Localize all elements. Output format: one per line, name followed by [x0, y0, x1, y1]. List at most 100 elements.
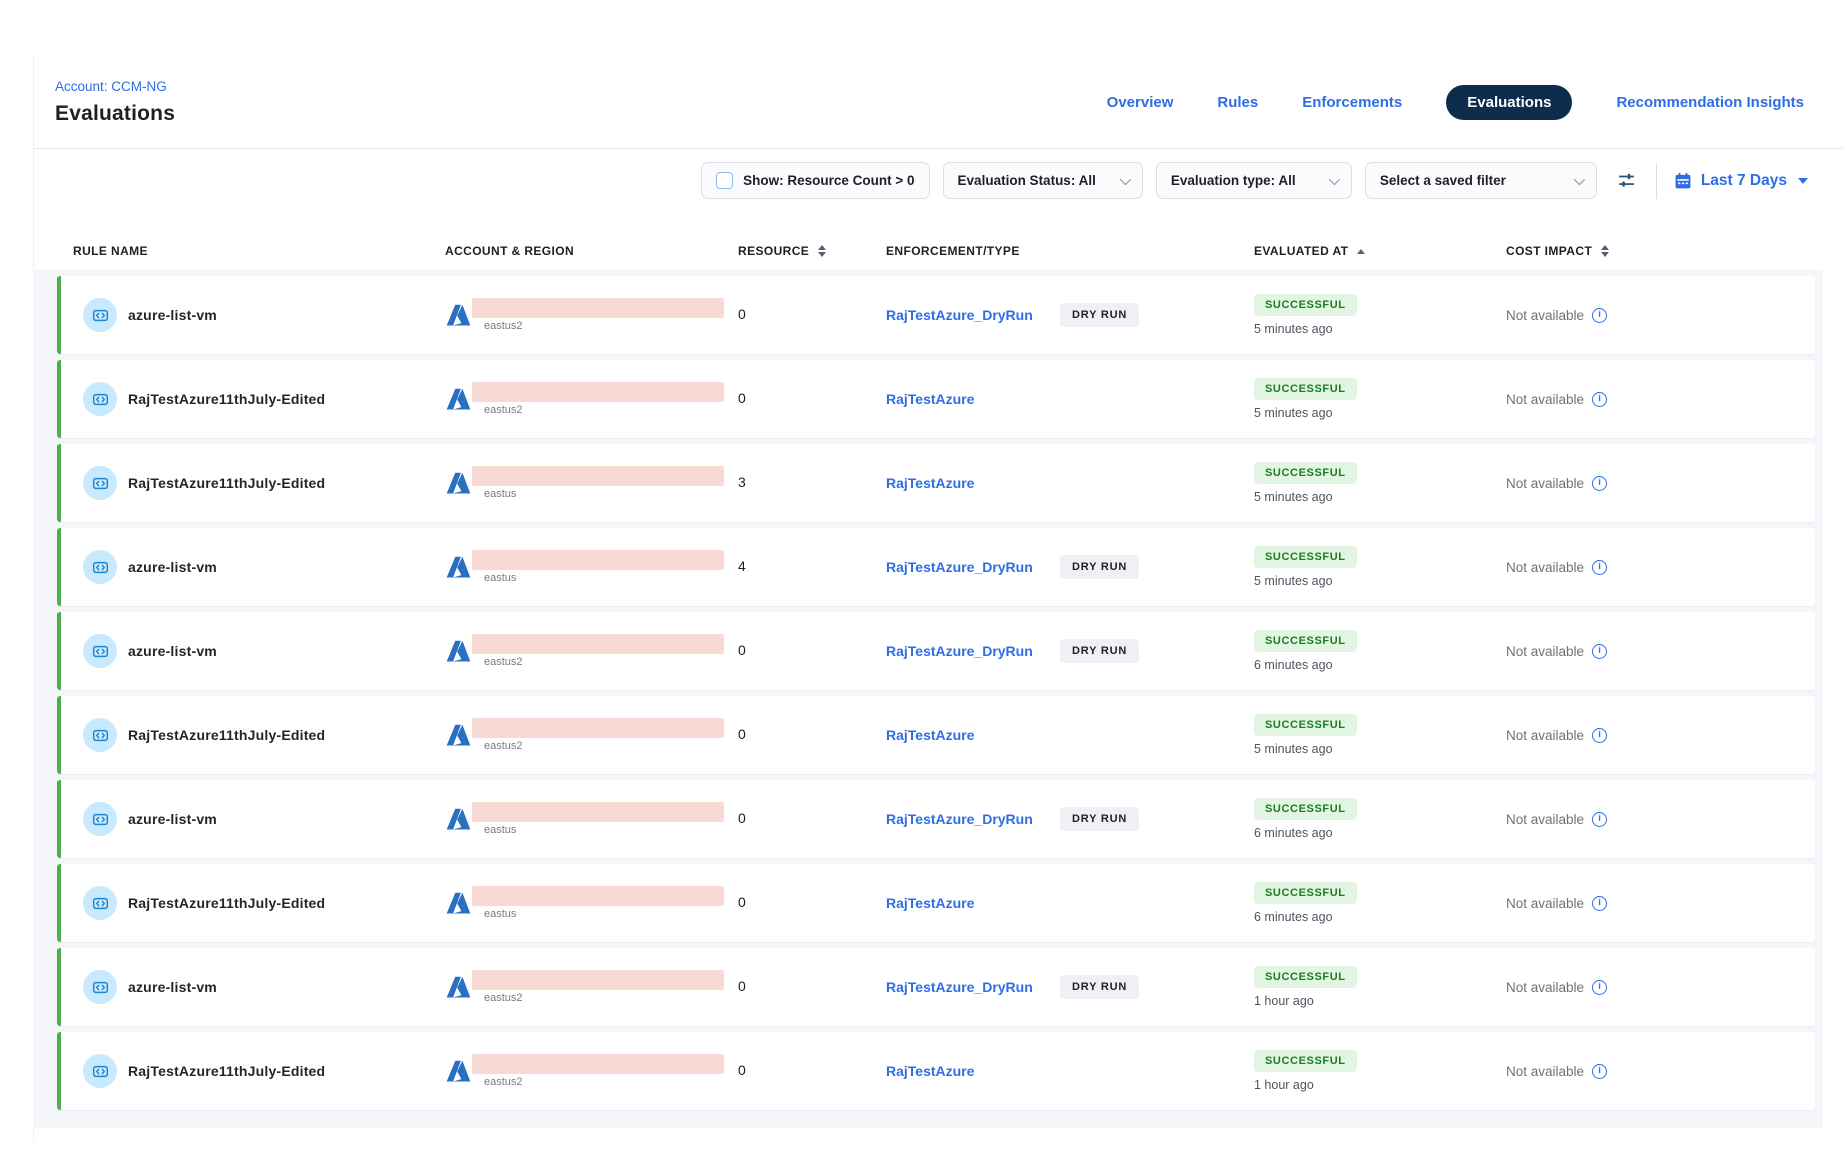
nav-tab-enforcements[interactable]: Enforcements — [1302, 94, 1402, 111]
account-redacted-bar — [472, 1054, 724, 1074]
enforcement-link[interactable]: RajTestAzure_DryRun — [886, 307, 1060, 323]
filter-bar-divider — [1656, 163, 1657, 199]
column-header-resource[interactable]: RESOURCE — [738, 244, 886, 258]
status-badge: SUCCESSFUL — [1254, 546, 1357, 568]
account-region-cell: eastus — [445, 886, 738, 920]
azure-logo-icon — [445, 974, 472, 1001]
rule-name-cell: azure-list-vm — [73, 802, 445, 836]
cost-impact-value: Not available — [1506, 812, 1584, 827]
account-redacted-bar — [472, 634, 724, 654]
rule-name-cell: RajTestAzure11thJuly-Edited — [73, 718, 445, 752]
sort-icon[interactable] — [818, 245, 826, 257]
table-row[interactable]: RajTestAzure11thJuly-Edited eastus 0 Raj… — [57, 864, 1815, 942]
column-header-cost-impact[interactable]: COST IMPACT — [1506, 244, 1799, 258]
column-header-evaluated-at[interactable]: EVALUATED AT — [1254, 244, 1506, 258]
table-row[interactable]: azure-list-vm eastus2 0 RajTestAzure_Dry… — [57, 948, 1815, 1026]
table-row[interactable]: azure-list-vm eastus2 0 RajTestAzure_Dry… — [57, 276, 1815, 354]
evaluation-status-select[interactable]: Evaluation Status: All — [943, 162, 1143, 199]
resource-count: 0 — [738, 1062, 746, 1078]
nav-tab-evaluations[interactable]: Evaluations — [1446, 85, 1572, 120]
rule-icon — [83, 970, 117, 1004]
column-header-account-region: ACCOUNT & REGION — [445, 244, 738, 258]
table-row[interactable]: azure-list-vm eastus 0 RajTestAzure_DryR… — [57, 780, 1815, 858]
enforcement-link[interactable]: RajTestAzure — [886, 1063, 1060, 1079]
azure-logo-icon — [445, 1058, 472, 1085]
enforcement-link[interactable]: RajTestAzure_DryRun — [886, 643, 1060, 659]
region-name: eastus2 — [472, 1076, 724, 1088]
saved-filter-select[interactable]: Select a saved filter — [1365, 162, 1597, 199]
info-icon[interactable] — [1592, 896, 1607, 911]
account-redacted-bar — [472, 718, 724, 738]
cost-impact-cell: Not available — [1506, 308, 1799, 323]
account-region-cell: eastus — [445, 550, 738, 584]
caret-down-icon — [1798, 178, 1808, 184]
info-icon[interactable] — [1592, 476, 1607, 491]
cost-impact-cell: Not available — [1506, 896, 1799, 911]
info-icon[interactable] — [1592, 980, 1607, 995]
info-icon[interactable] — [1592, 392, 1607, 407]
sort-asc-icon[interactable] — [1357, 249, 1365, 254]
nav-tab-overview[interactable]: Overview — [1107, 94, 1174, 111]
info-icon[interactable] — [1592, 560, 1607, 575]
table-row[interactable]: RajTestAzure11thJuly-Edited eastus 3 Raj… — [57, 444, 1815, 522]
evaluation-type-select[interactable]: Evaluation type: All — [1156, 162, 1352, 199]
account-stack: eastus — [472, 466, 724, 500]
info-icon[interactable] — [1592, 1064, 1607, 1079]
chevron-down-icon — [1329, 173, 1340, 184]
table-row[interactable]: RajTestAzure11thJuly-Edited eastus2 0 Ra… — [57, 696, 1815, 774]
rule-name: RajTestAzure11thJuly-Edited — [128, 475, 325, 491]
account-stack: eastus2 — [472, 718, 724, 752]
filter-settings-button[interactable] — [1610, 170, 1643, 191]
rule-name: azure-list-vm — [128, 979, 217, 995]
status-badge: SUCCESSFUL — [1254, 378, 1357, 400]
cost-impact-value: Not available — [1506, 392, 1584, 407]
region-name: eastus — [472, 488, 724, 500]
nav-tab-recommendation-insights[interactable]: Recommendation Insights — [1616, 94, 1804, 111]
dry-run-badge: DRY RUN — [1060, 807, 1139, 831]
account-stack: eastus — [472, 886, 724, 920]
enforcement-link[interactable]: RajTestAzure — [886, 895, 1060, 911]
resource-cell: 0 — [738, 306, 886, 324]
enforcement-link[interactable]: RajTestAzure — [886, 475, 1060, 491]
region-name: eastus2 — [472, 992, 724, 1004]
evaluated-time: 6 minutes ago — [1254, 910, 1333, 924]
account-redacted-bar — [472, 298, 724, 318]
info-icon[interactable] — [1592, 812, 1607, 827]
info-icon[interactable] — [1592, 308, 1607, 323]
evaluated-time: 6 minutes ago — [1254, 658, 1333, 672]
enforcement-cell: RajTestAzure_DryRun DRY RUN — [886, 807, 1254, 831]
enforcement-link[interactable]: RajTestAzure_DryRun — [886, 559, 1060, 575]
resource-count: 0 — [738, 642, 746, 658]
sliders-icon — [1616, 170, 1637, 191]
evaluated-time: 5 minutes ago — [1254, 322, 1333, 336]
evaluated-at-cell: SUCCESSFUL 5 minutes ago — [1254, 462, 1506, 504]
sort-icon[interactable] — [1601, 245, 1609, 257]
enforcement-cell: RajTestAzure_DryRun DRY RUN — [886, 975, 1254, 999]
table-row[interactable]: azure-list-vm eastus 4 RajTestAzure_DryR… — [57, 528, 1815, 606]
rule-name: azure-list-vm — [128, 811, 217, 827]
enforcement-link[interactable]: RajTestAzure_DryRun — [886, 979, 1060, 995]
date-range-value: Last 7 Days — [1701, 172, 1787, 190]
resource-count-checkbox[interactable] — [716, 172, 733, 189]
rule-name-cell: RajTestAzure11thJuly-Edited — [73, 1054, 445, 1088]
account-stack: eastus2 — [472, 970, 724, 1004]
resource-count-toggle[interactable]: Show: Resource Count > 0 — [701, 162, 929, 199]
enforcement-link[interactable]: RajTestAzure — [886, 391, 1060, 407]
info-icon[interactable] — [1592, 728, 1607, 743]
account-breadcrumb-link[interactable]: Account: CCM-NG — [55, 79, 175, 94]
date-range-picker[interactable]: Last 7 Days — [1670, 172, 1812, 190]
nav-tab-rules[interactable]: Rules — [1217, 94, 1258, 111]
rule-icon — [83, 550, 117, 584]
enforcement-link[interactable]: RajTestAzure — [886, 727, 1060, 743]
info-icon[interactable] — [1592, 644, 1607, 659]
enforcement-cell: RajTestAzure — [886, 1063, 1254, 1079]
status-badge: SUCCESSFUL — [1254, 882, 1357, 904]
resource-cell: 0 — [738, 642, 886, 660]
enforcement-cell: RajTestAzure — [886, 391, 1254, 407]
enforcement-link[interactable]: RajTestAzure_DryRun — [886, 811, 1060, 827]
table-row[interactable]: azure-list-vm eastus2 0 RajTestAzure_Dry… — [57, 612, 1815, 690]
table-row[interactable]: RajTestAzure11thJuly-Edited eastus2 0 Ra… — [57, 1032, 1815, 1110]
column-label: ACCOUNT & REGION — [445, 244, 574, 258]
rule-icon — [83, 1054, 117, 1088]
table-row[interactable]: RajTestAzure11thJuly-Edited eastus2 0 Ra… — [57, 360, 1815, 438]
